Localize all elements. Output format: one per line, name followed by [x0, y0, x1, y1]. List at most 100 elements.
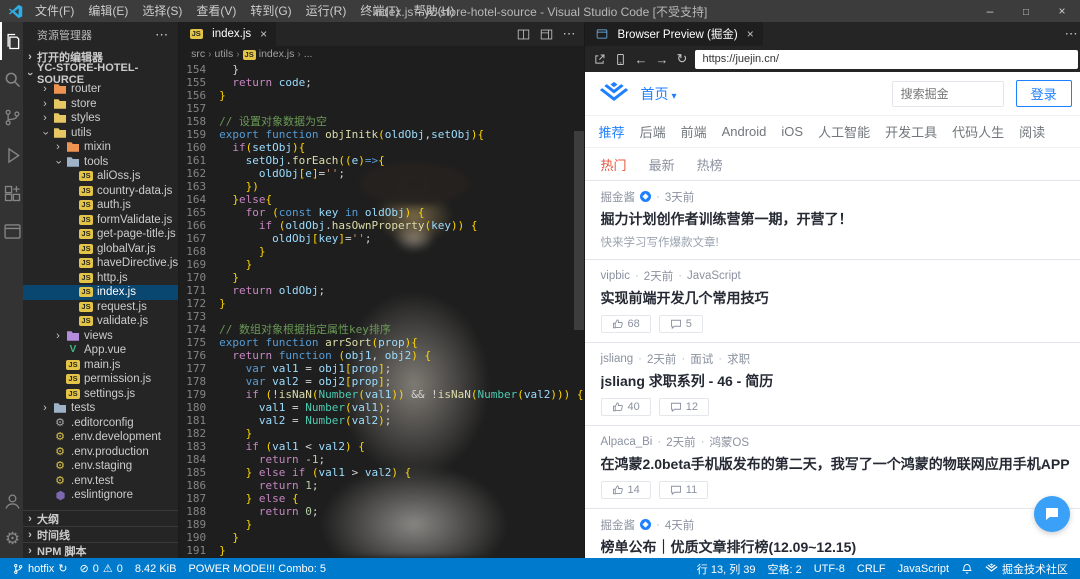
article-author[interactable]: 掘金酱: [601, 189, 636, 205]
list-tab-热门[interactable]: 热门: [601, 155, 627, 174]
tab-browser-preview[interactable]: Browser Preview (掘金) ×: [584, 22, 764, 46]
tree-item-App.vue[interactable]: V App.vue: [23, 343, 178, 358]
activity-explorer-button[interactable]: [0, 22, 23, 60]
language-indicator[interactable]: JavaScript: [892, 558, 955, 579]
article-item[interactable]: vipbic · 2天前 · JavaScript 实现前端开发几个常用技巧 68 5: [584, 260, 1080, 343]
article-item[interactable]: 掘金酱 · 3天前 掘力计划创作者训练营第一期，开营了！ 快来学习写作爆款文章!: [584, 181, 1080, 260]
tree-item-http.js[interactable]: JS http.js: [23, 271, 178, 286]
article-author[interactable]: vipbic: [601, 270, 630, 282]
tree-item-permission.js[interactable]: JS permission.js: [23, 372, 178, 387]
notifications-bell-icon[interactable]: [955, 558, 979, 579]
article-title[interactable]: 掘力计划创作者训练营第一期，开营了！: [601, 209, 1070, 229]
outline-section[interactable]: › 大纲: [23, 510, 179, 526]
tree-item-.editorconfig[interactable]: ⚙ .editorconfig: [23, 416, 178, 431]
tree-item-.env.production[interactable]: ⚙ .env.production: [23, 445, 178, 460]
tree-item-index.js[interactable]: JS index.js: [23, 285, 179, 300]
article-item[interactable]: jsliang · 2天前 · 面试 · 求职 jsliang 求职系列 - 46 - 简历 4…: [584, 343, 1080, 426]
nav-item-推荐[interactable]: 推荐: [599, 122, 625, 141]
tree-item-.eslintignore[interactable]: .eslintignore: [23, 488, 178, 503]
article-author[interactable]: 掘金酱: [601, 517, 636, 533]
sidebar-more-actions-icon[interactable]: ⋯: [155, 27, 168, 43]
tree-item-auth.js[interactable]: JS auth.js: [23, 198, 178, 213]
tree-item-router[interactable]: › router: [23, 82, 178, 97]
menu-item[interactable]: 查看(V): [189, 0, 243, 22]
file-size-indicator[interactable]: 8.42 KiB: [129, 558, 183, 579]
tree-item-haveDirective.js[interactable]: JS haveDirective.js: [23, 256, 178, 271]
split-editor-icon[interactable]: [517, 28, 530, 41]
menu-item[interactable]: 终端(T): [353, 0, 406, 22]
like-button[interactable]: 14: [600, 481, 651, 499]
article-item[interactable]: Alpaca_Bi · 2天前 · 鸿蒙OS 在鸿蒙2.0beta手机版发布的第二天，我写…: [584, 426, 1080, 509]
chat-bubble-button[interactable]: [1033, 496, 1070, 532]
tree-item-.env.test[interactable]: ⚙ .env.test: [23, 474, 178, 489]
tab-close-icon[interactable]: ×: [747, 27, 754, 41]
nav-item-后端[interactable]: 后端: [640, 122, 666, 141]
menu-item[interactable]: 转到(G): [243, 0, 298, 22]
like-button[interactable]: 68: [600, 315, 651, 333]
tree-item-mixin[interactable]: › mixin: [23, 140, 178, 155]
refresh-icon[interactable]: ↻: [677, 51, 688, 67]
article-title[interactable]: 榜单公布｜优质文章排行榜(12.09~12.15): [601, 537, 1070, 557]
nav-item-阅读[interactable]: 阅读: [1019, 122, 1045, 141]
npm-scripts-section[interactable]: › NPM 脚本: [23, 542, 179, 558]
branch-indicator[interactable]: hotfix ↻: [6, 558, 74, 579]
nav-item-Android[interactable]: Android: [722, 124, 767, 139]
settings-button[interactable]: ⚙: [0, 520, 23, 558]
home-menu[interactable]: 首页 ▾: [641, 84, 677, 104]
article-title[interactable]: 实现前端开发几个常用技巧: [601, 288, 1070, 308]
breadcrumb-item[interactable]: utils: [215, 48, 234, 60]
nav-item-代码人生[interactable]: 代码人生: [952, 122, 1004, 141]
breadcrumb-item[interactable]: JS index.js: [242, 48, 294, 60]
maximize-button[interactable]: □: [1008, 0, 1044, 22]
tab-close-icon[interactable]: ×: [260, 27, 267, 41]
nav-item-前端[interactable]: 前端: [681, 122, 707, 141]
tree-item-.env.staging[interactable]: ⚙ .env.staging: [23, 459, 178, 474]
breadcrumb-item[interactable]: src: [191, 48, 205, 60]
menu-item[interactable]: 编辑(E): [81, 0, 135, 22]
tree-item-globalVar.js[interactable]: JS globalVar.js: [23, 242, 178, 257]
encoding-indicator[interactable]: UTF-8: [808, 558, 851, 579]
nav-item-iOS[interactable]: iOS: [781, 124, 803, 139]
article-author[interactable]: jsliang: [601, 353, 634, 365]
root-folder-section[interactable]: › YC-STORE-HOTEL-SOURCE: [23, 62, 178, 86]
editor-layout-icon[interactable]: [540, 28, 553, 41]
tree-item-.env.development[interactable]: ⚙ .env.development: [23, 430, 178, 445]
breadcrumb[interactable]: src › utils › JS index.js ›...: [179, 46, 584, 62]
tree-item-tests[interactable]: › tests: [23, 401, 178, 416]
tree-item-formValidate.js[interactable]: JS formValidate.js: [23, 213, 178, 228]
list-tab-热榜[interactable]: 热榜: [697, 155, 723, 174]
account-button[interactable]: [0, 482, 23, 520]
activity-search-button[interactable]: [0, 60, 23, 98]
code-editor[interactable]: 154 } 155 return code; 156} 157 158// 设置对象数据…: [179, 62, 584, 558]
menu-item[interactable]: 运行(R): [299, 0, 354, 22]
article-title[interactable]: jsliang 求职系列 - 46 - 简历: [601, 371, 1070, 391]
menu-item[interactable]: 选择(S): [135, 0, 189, 22]
activity-browser-preview-button[interactable]: [0, 212, 23, 250]
tree-item-country-data.js[interactable]: JS country-data.js: [23, 184, 178, 199]
tree-item-main.js[interactable]: JS main.js: [23, 358, 178, 373]
menu-item[interactable]: 文件(F): [28, 0, 81, 22]
activity-run-debug-button[interactable]: [0, 136, 23, 174]
back-icon[interactable]: ←: [635, 52, 648, 67]
login-button[interactable]: 登录: [1015, 80, 1072, 107]
nav-item-人工智能[interactable]: 人工智能: [818, 122, 870, 141]
activity-extensions-button[interactable]: [0, 174, 23, 212]
menu-item[interactable]: 帮助(H): [407, 0, 462, 22]
tree-item-validate.js[interactable]: JS validate.js: [23, 314, 178, 329]
tree-item-request.js[interactable]: JS request.js: [23, 300, 178, 315]
editor-more-actions-icon[interactable]: ⋯: [563, 25, 576, 43]
site-search-input[interactable]: [891, 80, 1004, 107]
close-button[interactable]: ×: [1044, 0, 1080, 22]
tree-item-store[interactable]: › store: [23, 97, 178, 112]
problems-indicator[interactable]: ⊘ 0 ⚠ 0: [74, 558, 129, 579]
activity-source-control-button[interactable]: [0, 98, 23, 136]
url-input[interactable]: [695, 49, 1078, 69]
comment-button[interactable]: 11: [658, 481, 709, 499]
breadcrumb-item[interactable]: ...: [304, 48, 313, 60]
cursor-position-indicator[interactable]: 行 13, 列 39: [691, 558, 762, 579]
tree-item-styles[interactable]: › styles: [23, 111, 178, 126]
tree-item-views[interactable]: › views: [23, 329, 178, 344]
eol-indicator[interactable]: CRLF: [851, 558, 892, 579]
tree-item-utils[interactable]: › utils: [23, 126, 178, 141]
indentation-indicator[interactable]: 空格: 2: [762, 558, 808, 579]
